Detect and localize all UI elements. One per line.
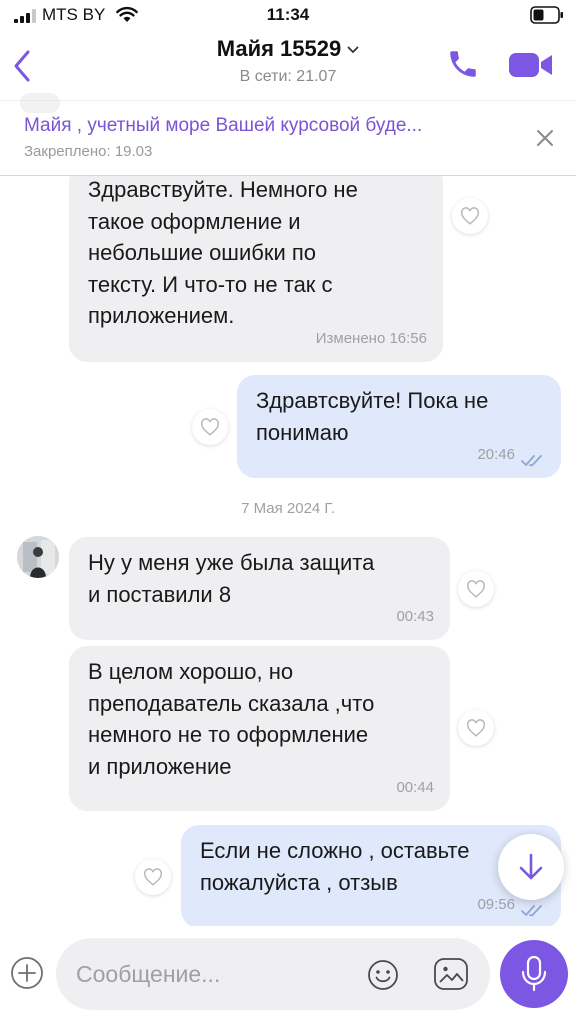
message-text: и поставили 8 <box>88 581 232 607</box>
message-text: такое оформление и <box>88 208 301 234</box>
heart-icon <box>467 719 485 737</box>
chevron-down-icon <box>347 46 359 54</box>
status-bar: MTS BY 11:34 <box>0 0 576 30</box>
like-button[interactable] <box>452 198 488 234</box>
unpin-button[interactable] <box>532 125 558 151</box>
message-text: Если не сложно , оставьте <box>200 838 470 863</box>
message-bubble-incoming[interactable]: Ну у меня уже была защита и поставили 8 … <box>69 537 450 640</box>
message-text: Здравствуйте. Немного не <box>88 177 358 202</box>
pinned-date: Закреплено: 19.03 <box>24 143 153 160</box>
read-receipt-icon <box>521 455 542 467</box>
like-button[interactable] <box>458 571 494 607</box>
message-text: В целом хорошо, но <box>88 659 294 684</box>
like-button[interactable] <box>458 710 494 746</box>
message-text: тексту. И что-то не так с <box>88 271 333 297</box>
scrolled-content-ghost <box>20 93 60 113</box>
pinned-message-text: Майя , учетный море Вашей курсовой буде.… <box>24 115 423 136</box>
like-button[interactable] <box>192 409 228 445</box>
heart-icon <box>144 868 162 886</box>
microphone-icon <box>521 955 547 992</box>
message-time: 00:44 <box>396 778 434 796</box>
message-bubble-incoming[interactable]: В целом хорошо, но преподаватель сказала… <box>69 646 450 811</box>
message-time: Изменено 16:56 <box>315 329 427 347</box>
contact-name: Майя 15529 <box>216 36 342 61</box>
sticker-button[interactable] <box>432 956 470 992</box>
battery-icon <box>530 6 563 24</box>
heart-icon <box>201 418 219 436</box>
contact-status: В сети: 21.07 <box>239 68 337 85</box>
message-text: немного не то оформление <box>88 722 369 747</box>
video-camera-icon <box>509 53 552 77</box>
close-icon <box>537 130 553 146</box>
emoji-button[interactable] <box>366 958 400 992</box>
message-list[interactable]: Здравствуйте. Немного не такое оформлени… <box>0 176 576 926</box>
message-time: 00:43 <box>396 607 434 625</box>
composer-bar <box>0 926 576 1024</box>
call-button[interactable] <box>446 47 480 81</box>
chat-header: Майя 15529 В сети: 21.07 <box>0 30 576 100</box>
message-time: 09:56 <box>477 895 515 913</box>
contact-title[interactable]: Майя 15529 <box>0 36 576 62</box>
message-time: 20:46 <box>477 445 515 463</box>
phone-icon <box>450 51 476 77</box>
emoji-icon <box>368 960 398 990</box>
contact-avatar[interactable] <box>17 536 59 578</box>
arrow-down-icon <box>519 853 543 880</box>
voice-message-button[interactable] <box>500 940 568 1008</box>
heart-icon <box>467 580 485 598</box>
message-text: преподаватель сказала ,что <box>88 690 375 716</box>
scroll-to-bottom-button[interactable] <box>498 834 564 900</box>
avatar-image <box>17 536 59 578</box>
message-text: Ну у меня уже была защита <box>88 550 375 575</box>
message-bubble-incoming[interactable]: Здравствуйте. Немного не такое оформлени… <box>69 176 443 362</box>
chat-screen: MTS BY 11:34 Майя 15529 В сети: 21.07 Зд… <box>0 0 576 1024</box>
like-button[interactable] <box>135 859 171 895</box>
attach-button[interactable] <box>10 956 44 990</box>
read-receipt-icon <box>521 905 542 917</box>
heart-icon <box>461 207 479 225</box>
video-call-button[interactable] <box>508 50 554 80</box>
date-separator: 7 Мая 2024 Г. <box>241 500 335 517</box>
message-text: и приложение <box>88 753 232 779</box>
message-text: небольшие ошибки по <box>88 240 317 265</box>
message-text: Здравтсвуйте! Пока не <box>256 388 489 413</box>
message-bubble-outgoing[interactable]: Здравтсвуйте! Пока не понимаю 20:46 <box>237 375 561 478</box>
message-input[interactable] <box>56 938 490 1010</box>
pinned-message-bar[interactable]: Майя , учетный море Вашей курсовой буде.… <box>0 93 576 176</box>
clock: 11:34 <box>266 5 310 24</box>
plus-icon <box>11 957 43 989</box>
sticker-icon <box>434 958 468 990</box>
